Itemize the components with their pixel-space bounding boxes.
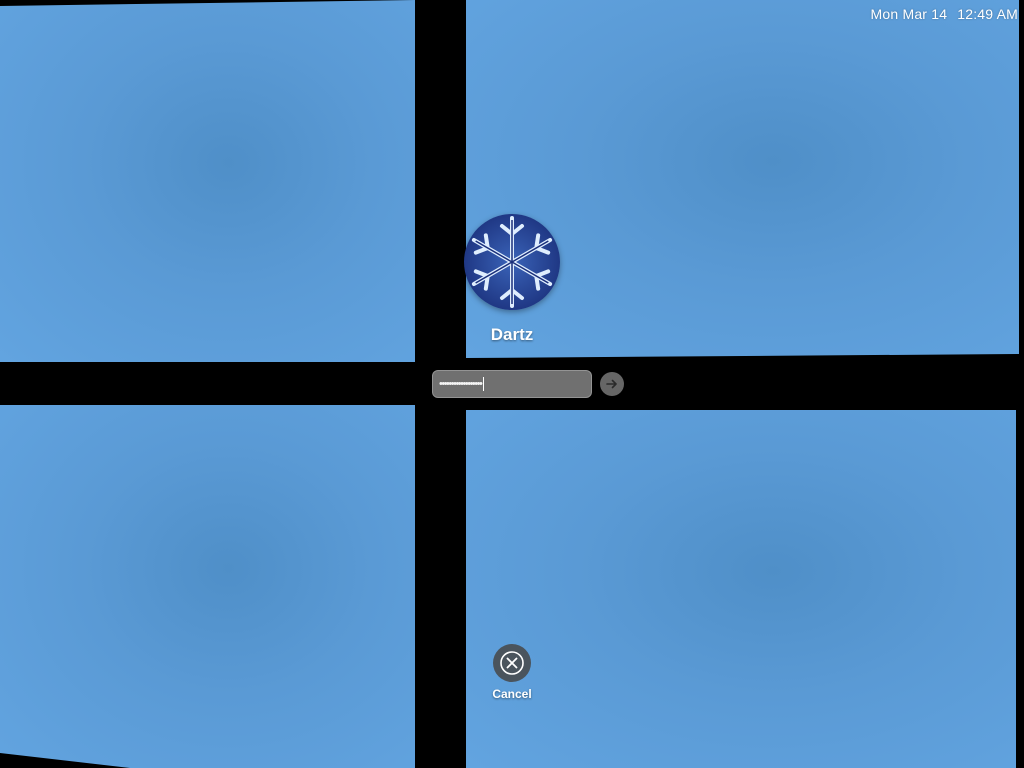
login-screen: Mon Mar 14 12:49 AM Dartz ••••••••••••••…	[0, 0, 1024, 768]
password-field[interactable]: ••••••••••••••••••	[432, 370, 592, 398]
user-avatar[interactable]	[464, 214, 560, 310]
cancel-button[interactable]: Cancel	[487, 644, 537, 701]
password-mask: ••••••••••••••••••	[439, 378, 483, 390]
wallpaper-pane-top-right	[466, 0, 1019, 358]
wallpaper-pane-bottom-left	[0, 405, 415, 768]
wallpaper-pane-top-left	[0, 0, 415, 362]
clock-time: 12:49 AM	[957, 6, 1018, 22]
cancel-label: Cancel	[492, 687, 532, 701]
close-circle-icon	[500, 651, 524, 675]
clock-date: Mon Mar 14	[870, 6, 948, 22]
text-caret	[483, 377, 485, 392]
arrow-right-icon	[606, 379, 617, 389]
snowflake-icon	[464, 214, 560, 310]
wallpaper-pane-bottom-right	[466, 410, 1016, 768]
cancel-circle[interactable]	[493, 644, 531, 682]
username-label: Dartz	[490, 325, 534, 344]
menubar-clock: Mon Mar 14 12:49 AM	[871, 6, 1018, 22]
login-submit-button[interactable]	[600, 372, 624, 396]
